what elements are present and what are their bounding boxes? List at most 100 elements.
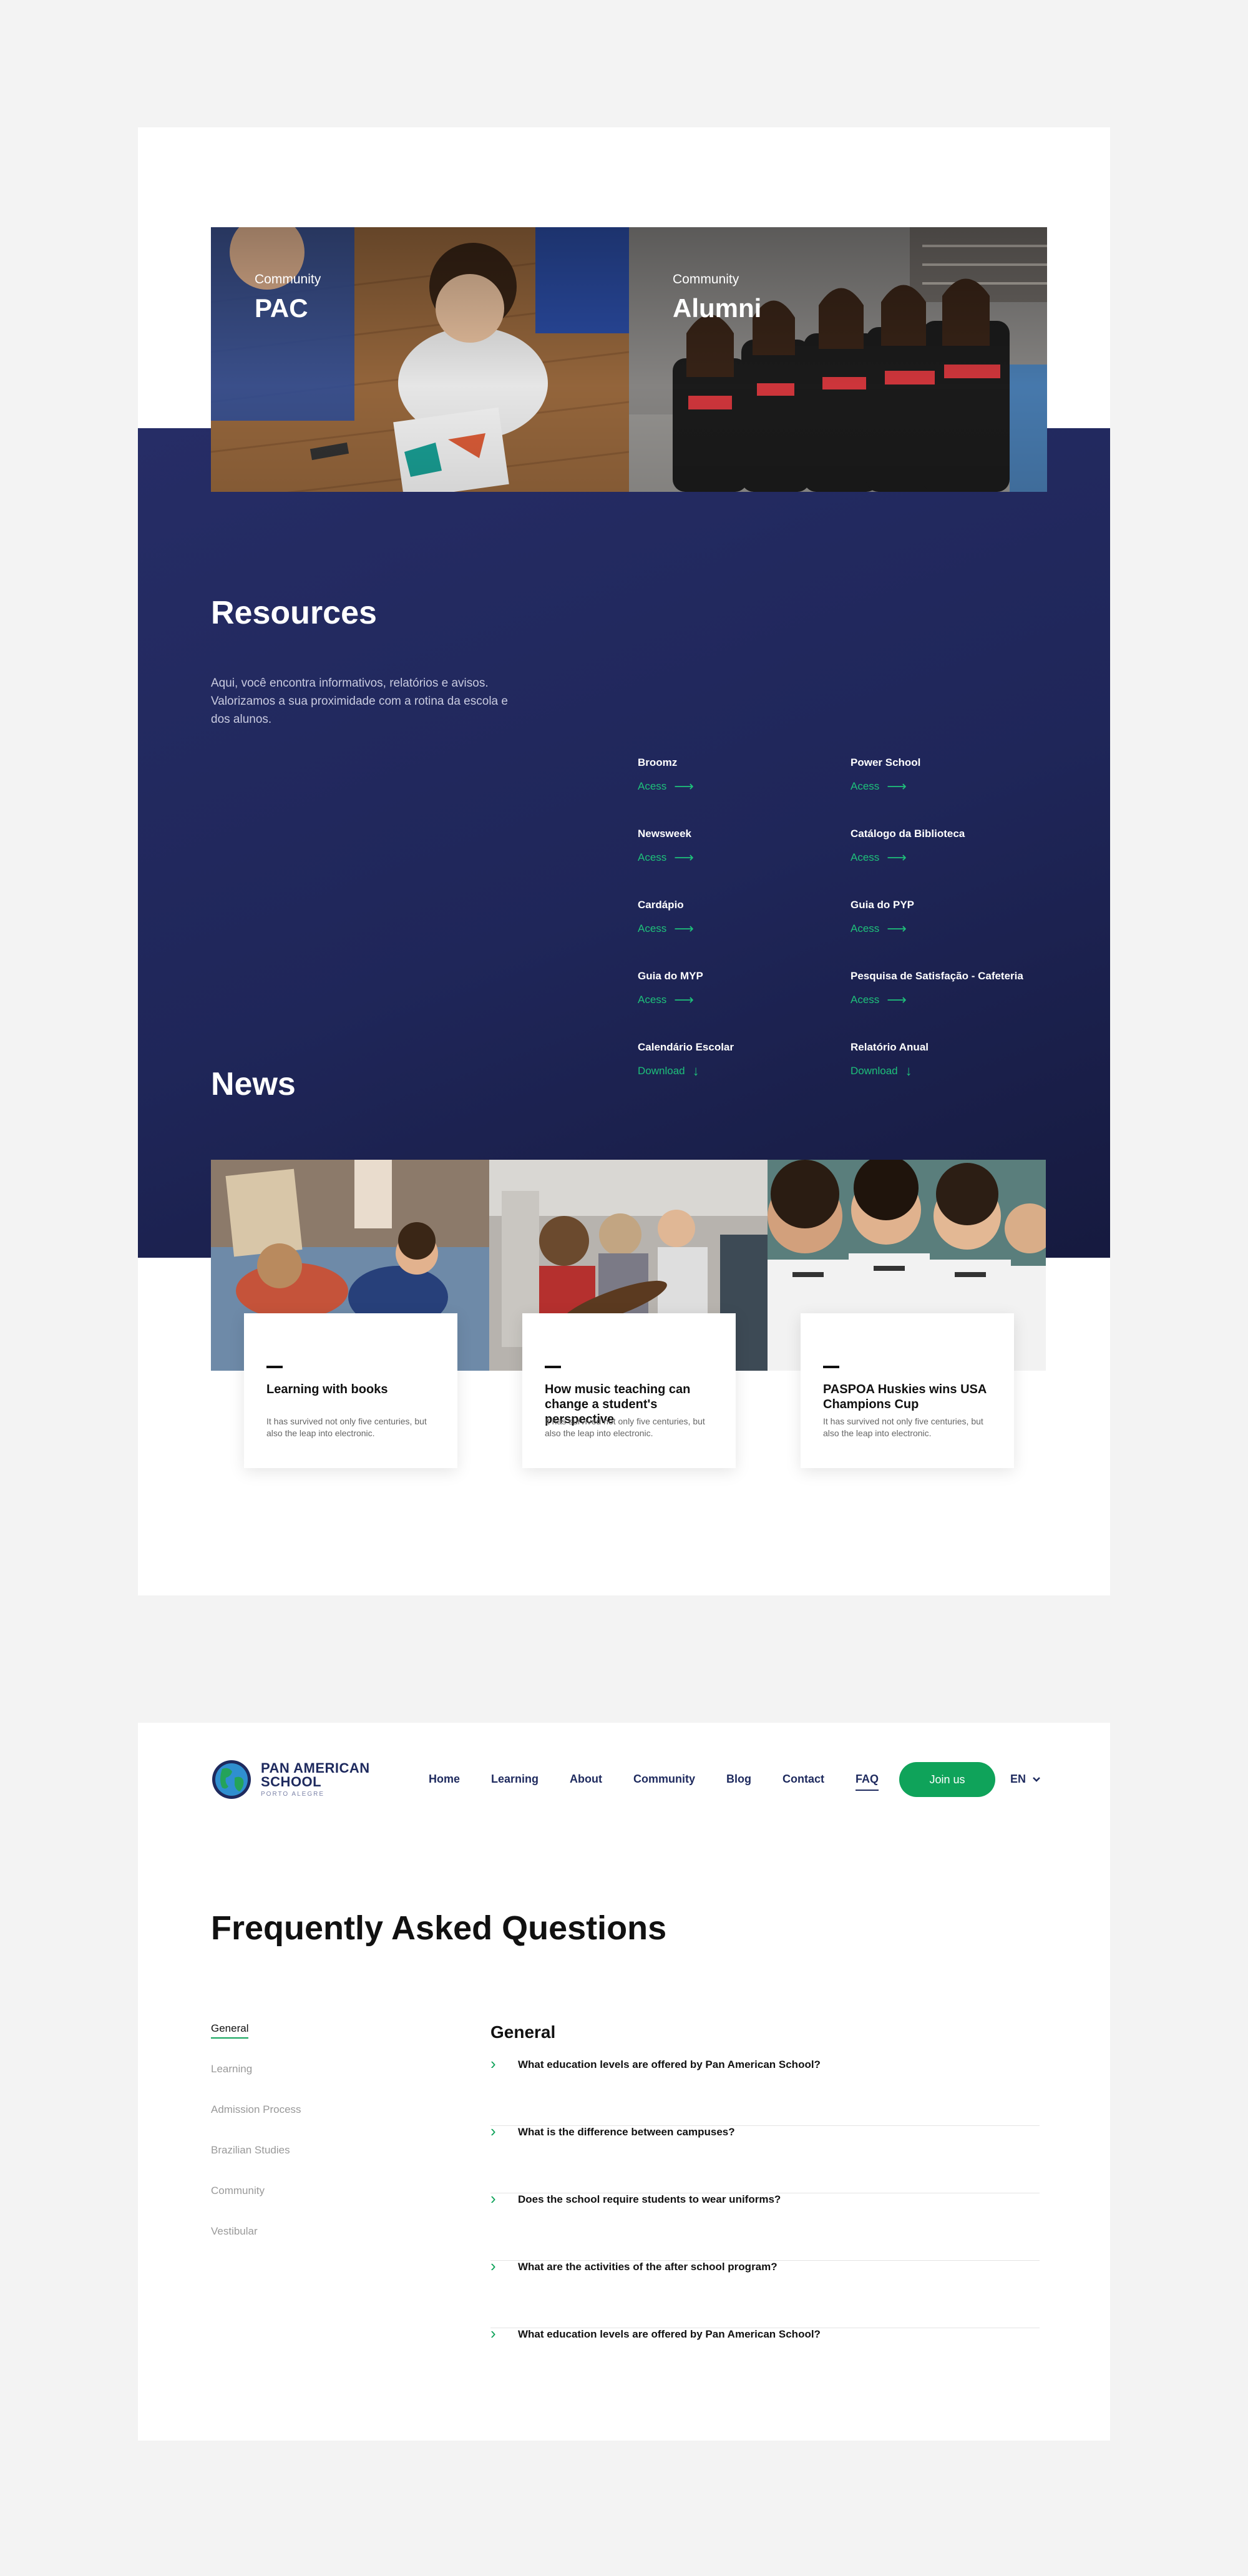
nav-blog[interactable]: Blog (726, 1773, 751, 1791)
school-logo[interactable]: PAN AMERICAN SCHOOL PORTO ALEGRE (211, 1759, 370, 1800)
faq-question[interactable]: › Does the school require students to we… (490, 2189, 1040, 2261)
nav-faq[interactable]: FAQ (856, 1773, 879, 1791)
language-label: EN (1010, 1773, 1026, 1785)
community-kicker: Community (255, 272, 321, 286)
resource-item: Pesquisa de Satisfação - Cafeteria Acess… (851, 970, 1056, 1007)
news-card-excerpt: It has survived not only five centuries,… (545, 1416, 705, 1438)
arrow-right-icon: ⟶ (674, 778, 694, 794)
chevron-right-icon: › (490, 2122, 496, 2140)
faq-question[interactable]: › What education levels are offered by P… (490, 2324, 1040, 2396)
faq-category-general[interactable]: General (211, 2022, 249, 2039)
chevron-right-icon: › (490, 2054, 496, 2073)
faq-category-community[interactable]: Community (211, 2185, 265, 2197)
news-card-excerpt: It has survived not only five centuries,… (266, 1416, 427, 1438)
resource-name: Catálogo da Biblioteca (851, 828, 965, 840)
resource-name: Calendário Escolar (638, 1041, 734, 1053)
resource-access-link[interactable]: Acess ⟶ (851, 851, 1038, 864)
arrow-right-icon: ⟶ (674, 992, 694, 1007)
title-accent-bar (823, 1366, 839, 1368)
main-nav: Home Learning About Community Blog Conta… (429, 1773, 879, 1791)
news-card[interactable]: How music teaching can change a student'… (522, 1313, 736, 1468)
resource-access-link[interactable]: Acess ⟶ (638, 992, 825, 1007)
resources-title: Resources (211, 595, 377, 631)
faq-page-card: PAN AMERICAN SCHOOL PORTO ALEGRE Home Le… (138, 1723, 1110, 2441)
arrow-right-icon: ⟶ (887, 850, 907, 865)
community-kicker: Community (673, 272, 739, 286)
page-title: Frequently Asked Questions (211, 1909, 667, 1947)
resource-name: Guia do PYP (851, 899, 915, 911)
resource-name: Broomz (638, 757, 678, 768)
language-selector[interactable]: EN (1010, 1773, 1041, 1786)
faq-category-admission[interactable]: Admission Process (211, 2103, 301, 2116)
faq-question-text: What education levels are offered by Pan… (518, 2059, 821, 2070)
resource-name: Newsweek (638, 828, 691, 840)
resource-access-link[interactable]: Acess ⟶ (638, 921, 825, 936)
resource-name: Guia do MYP (638, 970, 703, 982)
resource-item: Catálogo da Biblioteca Acess ⟶ (851, 828, 1038, 864)
faq-category-brazilian-studies[interactable]: Brazilian Studies (211, 2144, 290, 2157)
community-title: PAC (255, 293, 308, 323)
resource-access-link[interactable]: Acess ⟶ (851, 992, 1056, 1007)
news-card[interactable]: PASPOA Huskies wins USA Champions Cup It… (801, 1313, 1014, 1468)
faq-section-title: General (490, 2022, 556, 2042)
faq-question-text: What are the activities of the after sch… (518, 2261, 778, 2273)
chevron-right-icon: › (490, 2189, 496, 2208)
join-us-button[interactable]: Join us (899, 1762, 995, 1797)
faq-question-text: What education levels are offered by Pan… (518, 2328, 821, 2340)
community-card-pac[interactable]: Community PAC (211, 227, 629, 492)
resources-description: Aqui, você encontra informativos, relató… (211, 677, 508, 726)
community-card-alumni[interactable]: Community Alumni (629, 227, 1047, 492)
news-card[interactable]: Learning with books It has survived not … (244, 1313, 457, 1468)
chevron-right-icon: › (490, 2324, 496, 2343)
nav-community[interactable]: Community (633, 1773, 695, 1791)
title-accent-bar (545, 1366, 561, 1368)
news-card-excerpt: It has survived not only five centuries,… (823, 1416, 983, 1438)
nav-home[interactable]: Home (429, 1773, 460, 1791)
nav-learning[interactable]: Learning (491, 1773, 539, 1791)
resource-item: Relatório Anual Download ↓ (851, 1041, 1038, 1079)
resource-download-link[interactable]: Download ↓ (638, 1063, 825, 1079)
resource-item: Newsweek Acess ⟶ (638, 828, 825, 864)
faq-question-text: Does the school require students to wear… (518, 2193, 781, 2205)
faq-question[interactable]: › What is the difference between campuse… (490, 2122, 1040, 2193)
resource-item: Cardápio Acess ⟶ (638, 899, 825, 936)
chevron-right-icon: › (490, 2256, 496, 2275)
globe-logo-icon (212, 1760, 251, 1799)
arrow-right-icon: ⟶ (887, 778, 907, 794)
logo-line-2: SCHOOL (261, 1774, 322, 1790)
resource-access-link[interactable]: Acess ⟶ (638, 851, 825, 864)
resource-download-link[interactable]: Download ↓ (851, 1063, 1038, 1079)
news-card-title: PASPOA Huskies wins USA Champions Cup (823, 1383, 987, 1411)
news-title: News (211, 1066, 296, 1102)
arrow-right-icon: ⟶ (887, 921, 907, 936)
faq-question[interactable]: › What education levels are offered by P… (490, 2055, 1040, 2126)
resource-access-link[interactable]: Acess ⟶ (851, 921, 1038, 936)
news-card-title: Learning with books (266, 1383, 388, 1396)
arrow-right-icon: ⟶ (674, 850, 694, 865)
resource-name: Cardápio (638, 899, 684, 911)
logo-line-3: PORTO ALEGRE (261, 1791, 324, 1798)
arrow-right-icon: ⟶ (887, 992, 907, 1007)
community-title: Alumni (673, 293, 762, 323)
resources-page-card: Community PAC Community Alumni Resources… (138, 127, 1110, 1595)
nav-contact[interactable]: Contact (782, 1773, 824, 1791)
faq-question-text: What is the difference between campuses? (518, 2126, 735, 2138)
resource-item: Calendário Escolar Download ↓ (638, 1041, 825, 1079)
nav-about[interactable]: About (570, 1773, 602, 1791)
faq-category-learning[interactable]: Learning (211, 2063, 252, 2075)
resource-access-link[interactable]: Acess ⟶ (638, 780, 825, 793)
chevron-down-icon (1033, 1776, 1040, 1782)
resource-item: Power School Acess ⟶ (851, 757, 1038, 793)
resource-name: Power School (851, 757, 921, 768)
faq-question[interactable]: › What are the activities of the after s… (490, 2256, 1040, 2328)
logo-line-1: PAN AMERICAN (261, 1760, 370, 1776)
resource-item: Guia do MYP Acess ⟶ (638, 970, 825, 1007)
resource-access-link[interactable]: Acess ⟶ (851, 780, 1038, 793)
faq-category-vestibular[interactable]: Vestibular (211, 2225, 258, 2238)
arrow-down-icon: ↓ (692, 1063, 700, 1079)
news-card-title: How music teaching can change a student'… (545, 1383, 691, 1426)
resource-item: Broomz Acess ⟶ (638, 757, 825, 793)
arrow-right-icon: ⟶ (674, 921, 694, 936)
resource-name: Relatório Anual (851, 1041, 929, 1053)
arrow-down-icon: ↓ (905, 1063, 912, 1079)
